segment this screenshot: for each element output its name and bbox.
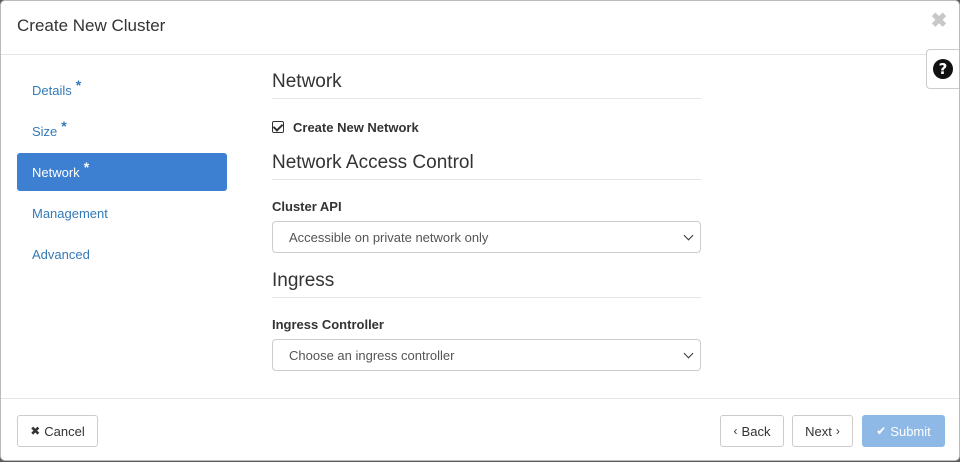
sidebar-item-management[interactable]: Management (17, 194, 227, 232)
close-icon[interactable]: ✖ (929, 11, 949, 31)
ingress-controller-value: Choose an ingress controller (289, 347, 455, 363)
chevron-down-icon (683, 230, 694, 240)
cancel-label: Cancel (44, 423, 85, 439)
create-cluster-modal: Create New Cluster ✖ ? Details * Size * … (0, 0, 960, 461)
sidebar-item-label: Details (32, 82, 72, 98)
ingress-controller-select[interactable]: Choose an ingress controller (272, 339, 701, 371)
modal-title: Create New Cluster (17, 16, 166, 35)
required-marker: * (61, 118, 67, 134)
sidebar-item-label: Management (32, 205, 108, 221)
next-button[interactable]: Next › (792, 415, 853, 447)
check-square-icon[interactable] (272, 121, 284, 133)
chevron-left-icon: ‹ (733, 424, 738, 438)
submit-label: Submit (890, 423, 931, 439)
submit-button[interactable]: ✔ Submit (862, 415, 945, 447)
wizard-content: Network Create New Network Network Acces… (272, 71, 701, 371)
sidebar-item-size[interactable]: Size * (17, 112, 227, 150)
cluster-api-value: Accessible on private network only (289, 229, 489, 245)
cluster-api-select[interactable]: Accessible on private network only (272, 221, 701, 253)
check-icon: ✔ (876, 424, 887, 438)
section-title-access-control: Network Access Control (272, 152, 701, 180)
required-marker: * (75, 77, 82, 93)
sidebar-item-network[interactable]: Network * (17, 153, 227, 191)
back-button[interactable]: ‹ Back (720, 415, 784, 447)
back-label: Back (741, 423, 771, 439)
create-network-checkbox[interactable]: Create New Network (272, 119, 701, 135)
required-marker: * (83, 159, 90, 175)
section-title-ingress: Ingress (272, 270, 701, 298)
chevron-right-icon: › (835, 424, 840, 438)
cancel-button[interactable]: ✖ Cancel (17, 415, 98, 447)
next-label: Next (805, 423, 832, 439)
help-button[interactable]: ? (926, 49, 959, 89)
modal-header: Create New Cluster ✖ (1, 1, 959, 55)
sidebar-item-details[interactable]: Details * (17, 71, 227, 109)
sidebar-item-label: Size (32, 123, 58, 139)
section-title-network: Network (272, 71, 701, 99)
sidebar-item-label: Network (32, 164, 80, 180)
create-network-label: Create New Network (293, 119, 419, 135)
wizard-sidebar: Details * Size * Network * Management Ad… (17, 71, 227, 276)
times-icon: ✖ (30, 424, 41, 438)
question-circle-icon: ? (933, 59, 953, 79)
chevron-down-icon (683, 348, 694, 358)
sidebar-item-label: Advanced (32, 246, 90, 262)
sidebar-item-advanced[interactable]: Advanced (17, 235, 227, 273)
modal-footer: ✖ Cancel ‹ Back Next › ✔ Submit (1, 398, 959, 462)
cluster-api-label: Cluster API (272, 199, 342, 214)
ingress-controller-label: Ingress Controller (272, 317, 384, 332)
